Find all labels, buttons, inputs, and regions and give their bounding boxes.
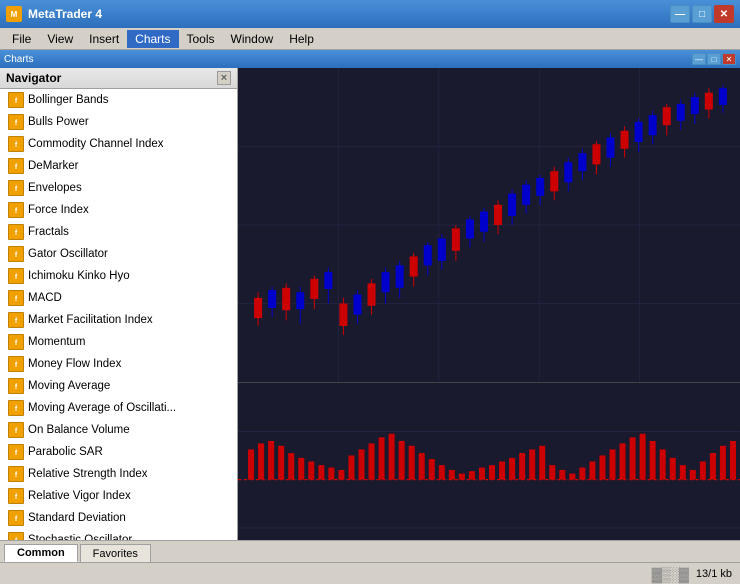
- inner-close-button[interactable]: ✕: [722, 53, 736, 65]
- nav-item-std-dev[interactable]: f Standard Deviation: [0, 507, 237, 529]
- indicator-icon: f: [8, 92, 24, 108]
- nav-item-ichimoku[interactable]: f Ichimoku Kinko Hyo: [0, 265, 237, 287]
- status-bar: ▓▒░▓ 13/1 kb: [0, 562, 740, 584]
- navigator-title: Navigator: [6, 71, 61, 85]
- indicator-icon: f: [8, 356, 24, 372]
- nav-item-rsi[interactable]: f Relative Strength Index: [0, 463, 237, 485]
- main-area: Navigator × f Bollinger Bands f Bulls Po…: [0, 68, 740, 540]
- nav-item-demarker[interactable]: f DeMarker: [0, 155, 237, 177]
- menu-file[interactable]: File: [4, 30, 39, 48]
- menu-insert[interactable]: Insert: [81, 30, 127, 48]
- window-title: MetaTrader 4: [28, 7, 102, 21]
- candlestick-chart: [238, 68, 740, 382]
- menu-charts[interactable]: Charts: [127, 30, 178, 48]
- inner-minimize-button[interactable]: —: [692, 53, 706, 65]
- nav-item-money-flow[interactable]: f Money Flow Index: [0, 353, 237, 375]
- inner-tb-buttons: — □ ✕: [692, 53, 736, 65]
- app-icon: M: [6, 6, 22, 22]
- navigator-panel: Navigator × f Bollinger Bands f Bulls Po…: [0, 68, 238, 540]
- indicator-icon: f: [8, 136, 24, 152]
- indicator-icon: f: [8, 334, 24, 350]
- navigator-list[interactable]: f Bollinger Bands f Bulls Power f Commod…: [0, 89, 237, 540]
- nav-item-bulls-power[interactable]: f Bulls Power: [0, 111, 237, 133]
- tab-favorites[interactable]: Favorites: [80, 544, 151, 562]
- indicator-icon: f: [8, 422, 24, 438]
- indicator-icon: f: [8, 510, 24, 526]
- nav-item-cci[interactable]: f Commodity Channel Index: [0, 133, 237, 155]
- svg-text:M: M: [11, 10, 18, 19]
- indicator-icon: f: [8, 488, 24, 504]
- indicator-icon: f: [8, 400, 24, 416]
- nav-item-parabolic[interactable]: f Parabolic SAR: [0, 441, 237, 463]
- indicator-icon: f: [8, 202, 24, 218]
- menu-window[interactable]: Window: [223, 30, 282, 48]
- navigator-header: Navigator ×: [0, 68, 237, 89]
- nav-item-rvi[interactable]: f Relative Vigor Index: [0, 485, 237, 507]
- title-bar: M MetaTrader 4 — □ ✕: [0, 0, 740, 28]
- status-chart-icon: ▓▒░▓: [652, 566, 688, 582]
- indicator-icon: f: [8, 312, 24, 328]
- menu-bar: File View Insert Charts Tools Window Hel…: [0, 28, 740, 50]
- histogram-chart: [238, 383, 740, 540]
- nav-item-force-index[interactable]: f Force Index: [0, 199, 237, 221]
- title-bar-left: M MetaTrader 4: [6, 6, 102, 22]
- nav-item-mfi-index[interactable]: f Market Facilitation Index: [0, 309, 237, 331]
- nav-item-envelopes[interactable]: f Envelopes: [0, 177, 237, 199]
- nav-item-momentum[interactable]: f Momentum: [0, 331, 237, 353]
- menu-view[interactable]: View: [39, 30, 81, 48]
- indicator-icon: f: [8, 532, 24, 540]
- indicator-icon: f: [8, 224, 24, 240]
- inner-title: Charts: [4, 54, 33, 65]
- indicator-icon: f: [8, 268, 24, 284]
- nav-item-bollinger-bands[interactable]: f Bollinger Bands: [0, 89, 237, 111]
- inner-title-bar: Charts — □ ✕: [0, 50, 740, 68]
- sub-chart[interactable]: [238, 383, 740, 540]
- status-kb: 13/1 kb: [696, 568, 732, 580]
- indicator-icon: f: [8, 180, 24, 196]
- indicator-icon: f: [8, 444, 24, 460]
- main-chart[interactable]: [238, 68, 740, 383]
- title-bar-buttons: — □ ✕: [670, 5, 734, 23]
- nav-item-moving-avg[interactable]: f Moving Average: [0, 375, 237, 397]
- indicator-icon: f: [8, 466, 24, 482]
- bottom-tabs: Common Favorites: [0, 540, 740, 562]
- indicator-icon: f: [8, 246, 24, 262]
- maximize-button[interactable]: □: [692, 5, 712, 23]
- tab-common[interactable]: Common: [4, 544, 78, 562]
- close-button[interactable]: ✕: [714, 5, 734, 23]
- nav-item-obv[interactable]: f On Balance Volume: [0, 419, 237, 441]
- indicator-icon: f: [8, 290, 24, 306]
- nav-item-macd[interactable]: f MACD: [0, 287, 237, 309]
- indicator-icon: f: [8, 114, 24, 130]
- nav-item-fractals[interactable]: f Fractals: [0, 221, 237, 243]
- menu-tools[interactable]: Tools: [179, 30, 223, 48]
- nav-item-moving-avg-osc[interactable]: f Moving Average of Oscillati...: [0, 397, 237, 419]
- inner-maximize-button[interactable]: □: [707, 53, 721, 65]
- menu-help[interactable]: Help: [281, 30, 322, 48]
- minimize-button[interactable]: —: [670, 5, 690, 23]
- indicator-icon: f: [8, 158, 24, 174]
- status-right: ▓▒░▓ 13/1 kb: [652, 566, 732, 582]
- nav-item-stochastic[interactable]: f Stochastic Oscillator: [0, 529, 237, 540]
- chart-area[interactable]: [238, 68, 740, 540]
- navigator-close-button[interactable]: ×: [217, 71, 231, 85]
- indicator-icon: f: [8, 378, 24, 394]
- nav-item-gator[interactable]: f Gator Oscillator: [0, 243, 237, 265]
